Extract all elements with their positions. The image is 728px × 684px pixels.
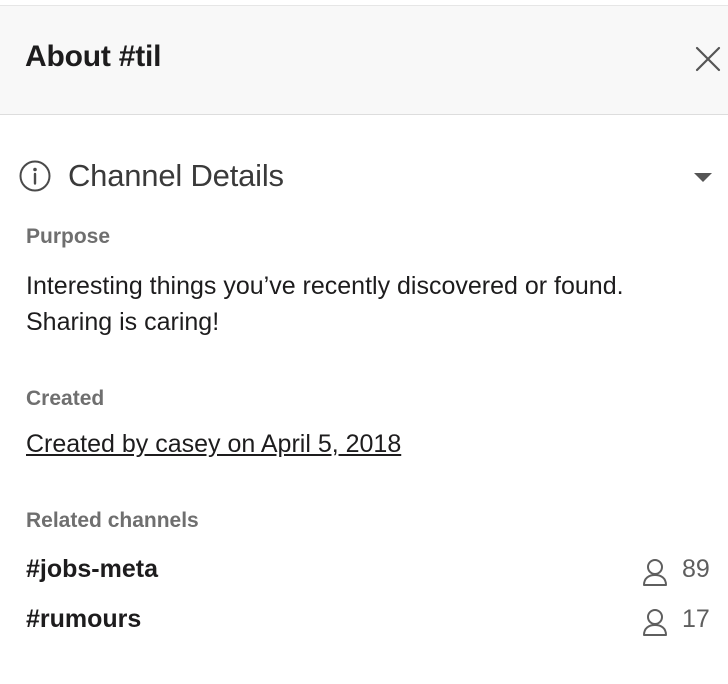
purpose-label: Purpose <box>26 225 111 248</box>
info-icon <box>19 160 51 192</box>
close-icon <box>695 46 721 72</box>
created-link[interactable]: Created by casey on April 5, 2018 <box>26 430 401 459</box>
channel-name: #rumours <box>26 605 142 633</box>
created-label: Created <box>26 387 105 410</box>
member-icon <box>643 609 667 636</box>
member-count: 89 <box>682 555 710 583</box>
close-button[interactable] <box>688 39 728 79</box>
page-title: About #til <box>25 40 162 73</box>
related-channels-label: Related channels <box>26 509 199 532</box>
caret-down-icon <box>694 173 712 182</box>
channel-details-toggle[interactable]: Channel Details <box>0 150 728 202</box>
related-channel-row[interactable]: #rumours 17 <box>0 601 728 641</box>
purpose-text: Interesting things you’ve recently disco… <box>26 272 624 336</box>
related-channel-row[interactable]: #jobs-meta 89 <box>0 551 728 591</box>
section-title: Channel Details <box>68 158 284 193</box>
member-count: 17 <box>682 605 710 633</box>
about-header: About #til <box>0 5 728 115</box>
member-icon <box>643 559 667 586</box>
channel-name: #jobs-meta <box>26 555 158 583</box>
